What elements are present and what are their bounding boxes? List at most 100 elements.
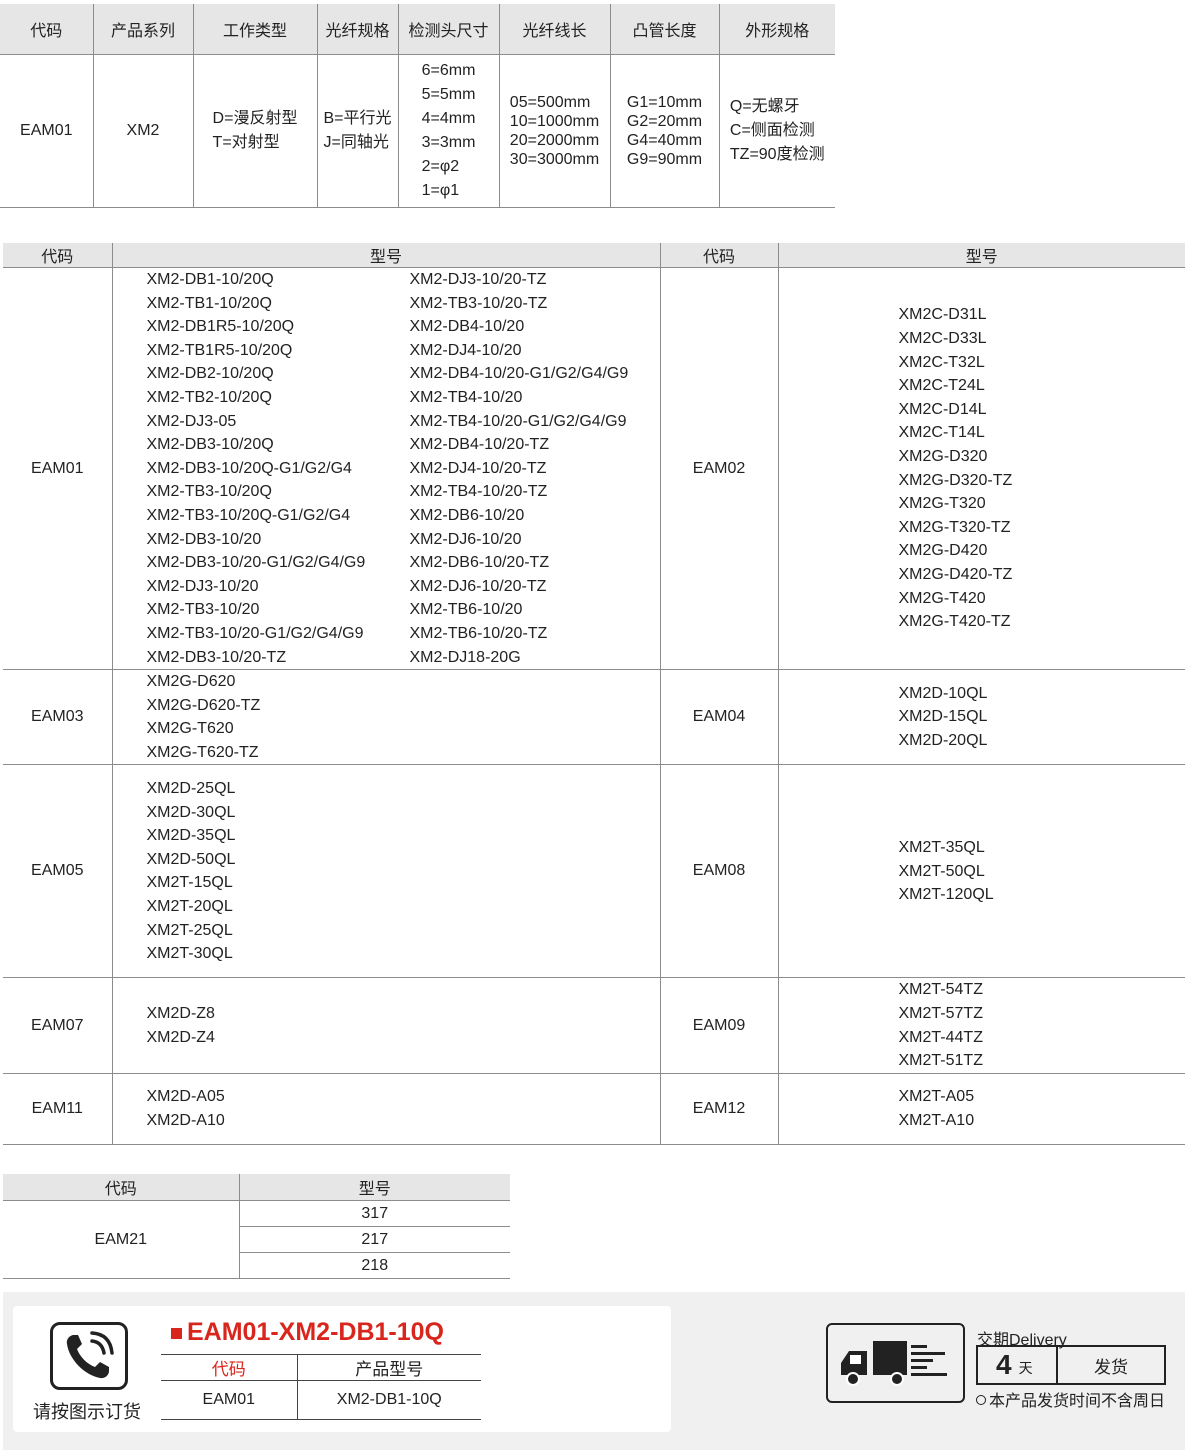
eam01-models-col-1: XM2-DB1-10/20Q XM2-TB1-10/20Q XM2-DB1R5-10… [147, 268, 410, 669]
list-item: XM2T-A10 [898, 1111, 975, 1129]
list-item: XM2G-T620 [146, 720, 234, 738]
list-item: XM2D-15QL [898, 708, 988, 726]
fiber-spec-list: B=平行光 J=同轴光 [323, 107, 391, 155]
table-row: EAM11 XM2D-A05 XM2D-A10 EAM12 XM2T-A05 XM2… [3, 1073, 1186, 1145]
list-item: T=对射型 [212, 134, 280, 151]
eam21-model: 217 [239, 1226, 510, 1253]
list-item: 6=6mm [421, 62, 476, 79]
list-item: 4=4mm [421, 110, 476, 127]
list-item: J=同轴光 [323, 134, 389, 151]
list-item: XM2T-50QL [898, 862, 985, 880]
list-item: XM2T-A05 [898, 1088, 975, 1106]
list-item: XM2-TB3-10/20-G1/G2/G4/G9 [146, 624, 364, 642]
list-item: Q=无螺牙 [729, 98, 800, 115]
phone-icon [50, 1322, 128, 1390]
list-item: XM2D-A10 [146, 1111, 225, 1129]
list-item: XM2-DB1-10/20Q [146, 271, 274, 288]
list-item: XM2-DB2-10/20Q [146, 365, 274, 383]
order-row: EAM01 XM2-DB1-10Q [161, 1380, 481, 1420]
list-item: XM2-DB6-10/20-TZ [409, 554, 550, 572]
list-item: XM2T-30QL [146, 945, 233, 963]
code-eam12: EAM12 [659, 1073, 779, 1145]
list-item: XM2-DB3-10/20-TZ [146, 648, 287, 666]
list-item: XM2-DB3-10/20 [146, 530, 262, 548]
list-item: XM2-DB4-10/20-TZ [409, 436, 550, 454]
title-marker [171, 1327, 182, 1339]
list-item: XM2T-120QL [898, 886, 994, 904]
model-header-model: 型号 [111, 243, 661, 268]
list-item: XM2-DJ6-10/20 [409, 530, 522, 548]
table-row: EAM21 317 [3, 1200, 510, 1279]
list-item: XM2D-20QL [898, 732, 988, 750]
list-item: XM2-DB4-10/20 [409, 318, 525, 336]
list-item: XM2-TB3-10/20 [146, 601, 260, 619]
model-header-code-2: 代码 [659, 243, 779, 268]
eam01-model-list: XM2-DB1-10/20Q XM2-TB1-10/20Q XM2-DB1R5-10… [147, 268, 660, 669]
spec-header-fiber-spec: 光纤规格 [317, 4, 399, 55]
spec-header-work-type: 工作类型 [193, 4, 318, 55]
list-item: XM2T-57TZ [898, 1005, 983, 1023]
list-item: XM2-TB2-10/20Q [146, 388, 272, 406]
fiber-length-list: 05=500mm 10=1000mm 20=2000mm 30=3000mm [510, 93, 599, 169]
model-table: 代码 型号 代码 型号 EAM01 XM2-DB1-10/20Q XM2-TB1-… [3, 243, 1185, 1145]
table-row: EAM05 XM2D-25QL XM2D-30QL XM2D-35QL XM2D-50… [3, 764, 1185, 979]
code-eam07: EAM07 [3, 977, 113, 1074]
order-example-table: 代码 产品型号 EAM01 XM2-DB1-10Q [161, 1354, 481, 1420]
list-item: XM2-TB6-10/20 [409, 601, 523, 619]
list-item: C=侧面检测 [729, 122, 815, 139]
spec-header-shape: 外形规格 [719, 4, 835, 55]
list-item: XM2T-51TZ [898, 1052, 983, 1070]
list-item: XM2C-D31L [898, 306, 987, 324]
eam21-header-row: 代码 型号 [3, 1174, 510, 1201]
code-eam05: EAM05 [3, 764, 113, 979]
circle-bullet-icon [976, 1395, 986, 1405]
code-spec-table: 代码 产品系列 工作类型 光纤规格 检测头尺寸 光纤线长 凸管长度 外形规格 E… [0, 4, 835, 208]
code-eam11: EAM11 [3, 1073, 113, 1145]
list-item: XM2-DJ3-10/20 [146, 577, 259, 595]
order-header-model: 产品型号 [297, 1354, 481, 1381]
spec-header-head-size: 检测头尺寸 [398, 4, 500, 55]
order-title-text: EAM01-XM2-DB1-10Q [187, 1318, 445, 1346]
head-size-list: 6=6mm 5=5mm 4=4mm 3=3mm 2=φ2 1=φ1 [422, 59, 476, 203]
delivery-days-unit: 天 [1018, 1360, 1033, 1376]
list-item: G1=10mm [626, 94, 703, 111]
list-item: XM2T-44TZ [898, 1028, 983, 1046]
list-item: XM2-TB6-10/20-TZ [409, 624, 548, 642]
list-item: XM2-TB3-10/20Q-G1/G2/G4 [146, 506, 351, 524]
order-example-title: EAM01-XM2-DB1-10Q [171, 1318, 444, 1347]
order-model: XM2-DB1-10Q [297, 1380, 481, 1420]
list-item: XM2G-D320 [898, 447, 988, 465]
list-item: XM2G-D620-TZ [146, 696, 261, 714]
code-eam03: EAM03 [3, 669, 113, 766]
list-item: 2=φ2 [421, 158, 460, 175]
eam21-table: 代码 型号 EAM21 317 217 218 [3, 1174, 510, 1279]
list-item: XM2G-D420-TZ [898, 565, 1013, 583]
list-item: XM2D-25QL [146, 780, 236, 798]
list-item: 30=3000mm [509, 151, 600, 168]
list-item: XM2T-20QL [146, 898, 233, 916]
list-item: XM2-TB4-10/20-TZ [409, 483, 548, 501]
delivery-days: 4 天 [978, 1347, 1058, 1383]
list-item: XM2D-10QL [898, 684, 988, 702]
eam07-model-list: XM2D-Z8 XM2D-Z4 [147, 1002, 660, 1049]
model-header-row: 代码 型号 代码 型号 [3, 243, 1185, 268]
list-item: 1=φ1 [421, 182, 460, 199]
delivery-box: 4 天 发货 [976, 1345, 1166, 1385]
list-item: B=平行光 [323, 110, 392, 127]
code-eam01: EAM01 [3, 267, 113, 671]
eam21-model: 218 [239, 1252, 510, 1279]
list-item: XM2-TB4-10/20 [409, 388, 523, 406]
list-item: XM2T-25QL [146, 921, 233, 939]
delivery-note-text: 本产品发货时间不含周日 [989, 1393, 1166, 1410]
list-item: XM2-DB3-10/20-G1/G2/G4/G9 [146, 554, 366, 572]
list-item: XM2G-T620-TZ [146, 743, 259, 761]
list-item: XM2-DB3-10/20Q-G1/G2/G4 [146, 459, 352, 477]
delivery-days-number: 4 [996, 1349, 1012, 1380]
list-item: XM2T-54TZ [898, 981, 983, 999]
list-item: XM2-DB1R5-10/20Q [146, 318, 295, 336]
tube-length-list: G1=10mm G2=20mm G4=40mm G9=90mm [627, 93, 702, 169]
eam12-model-list: XM2T-A05 XM2T-A10 [899, 1085, 1186, 1132]
list-item: XM2C-T14L [898, 424, 985, 442]
eam21-code: EAM21 [3, 1200, 240, 1279]
spec-header-fiber-length: 光纤线长 [499, 4, 611, 55]
